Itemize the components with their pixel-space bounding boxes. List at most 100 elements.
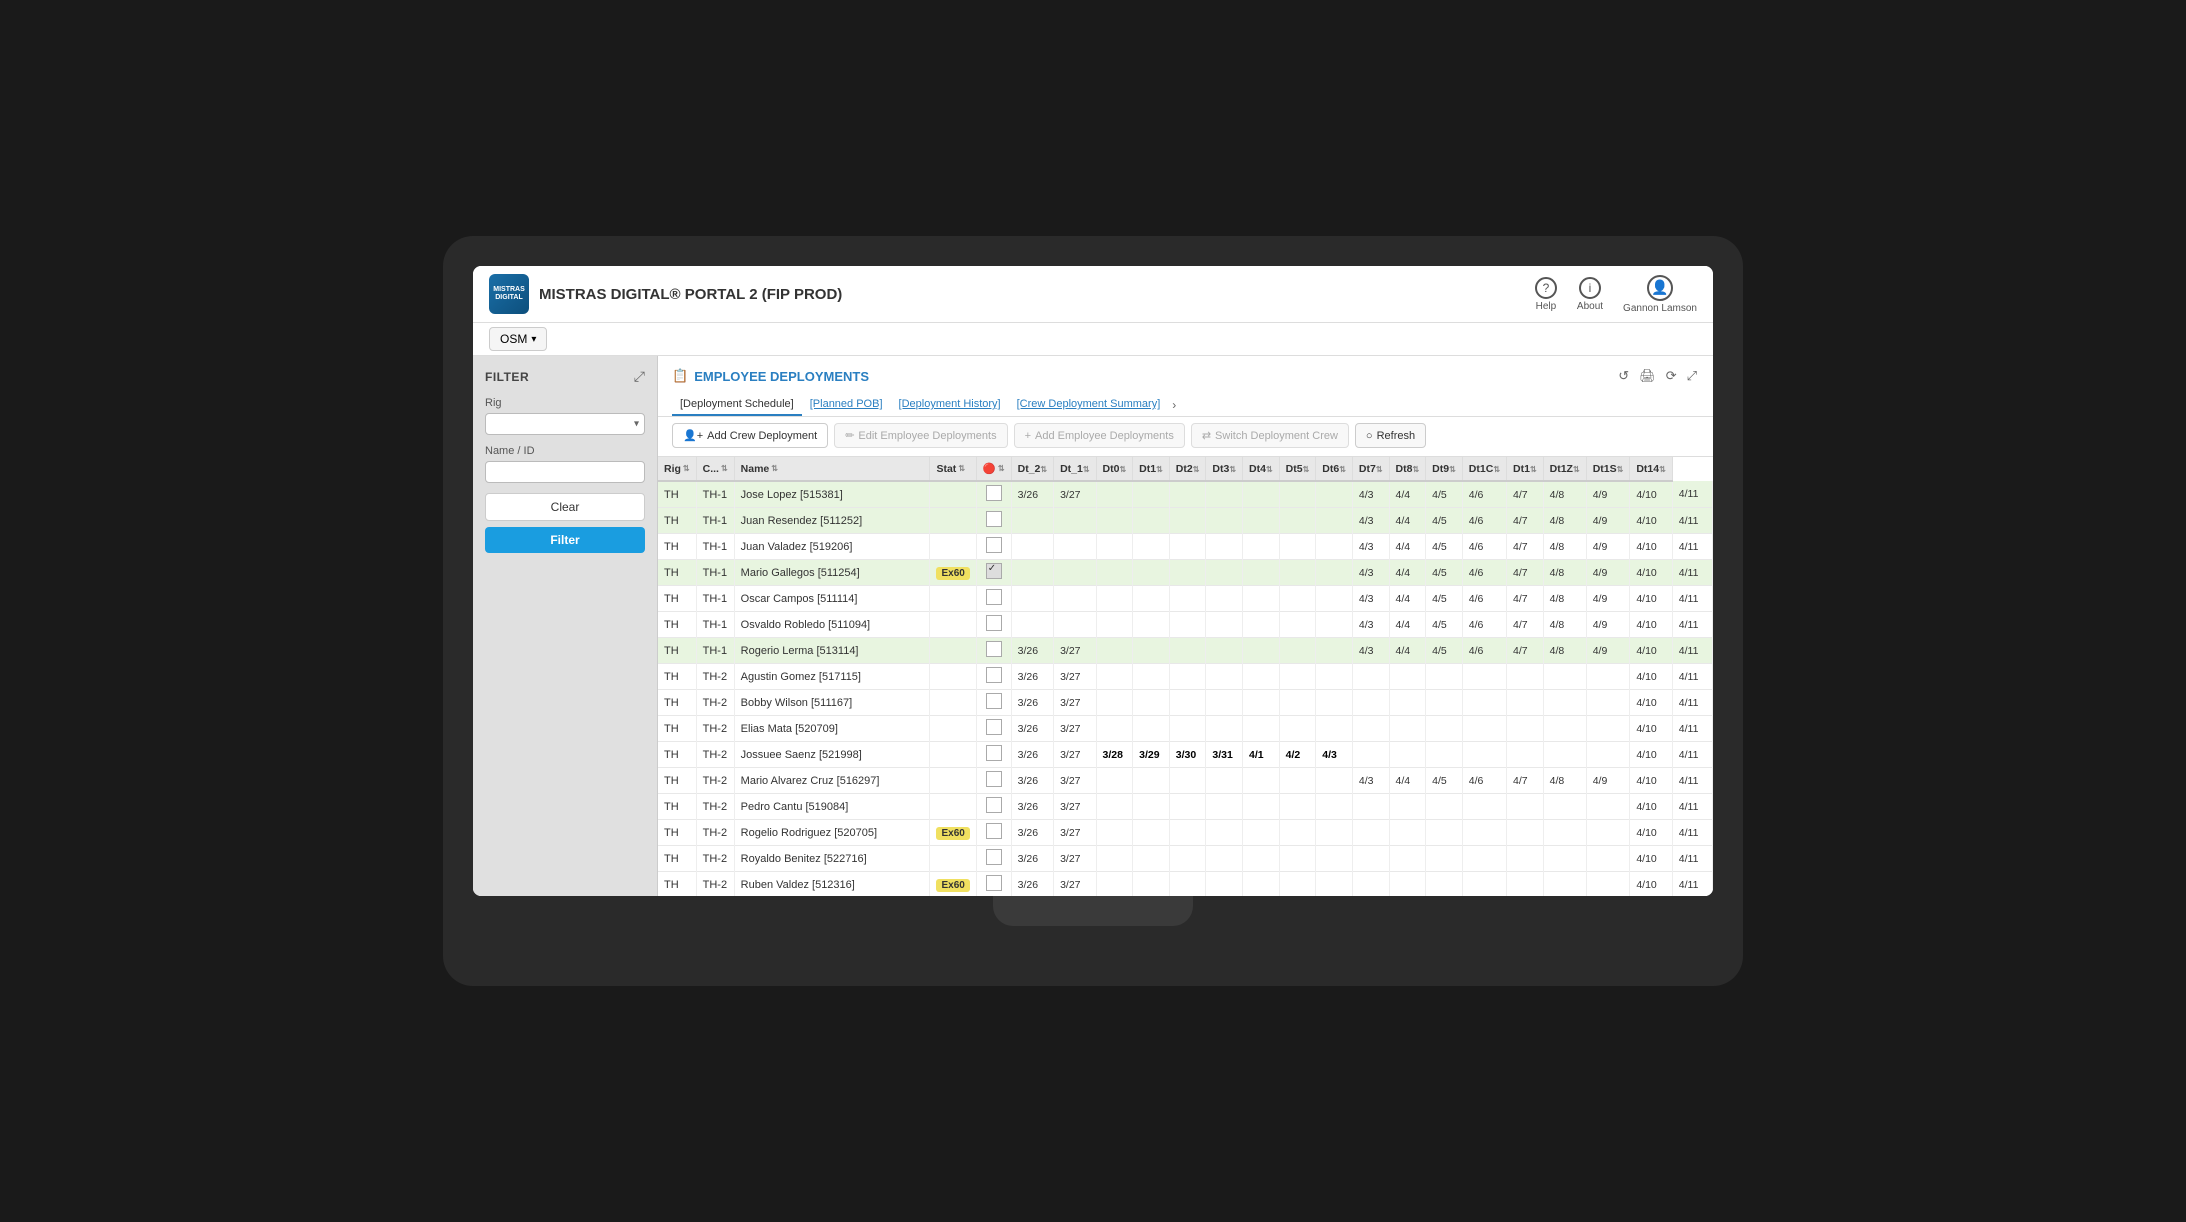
col-header-dt13[interactable]: Dt1S⇅ <box>1586 457 1630 481</box>
col-header-dt11[interactable]: Dt1⇅ <box>1507 457 1544 481</box>
tab-deployment-schedule[interactable]: [Deployment Schedule] <box>672 394 802 416</box>
refresh-button[interactable]: ○ Refresh <box>1355 423 1426 448</box>
date-cell <box>1243 638 1280 664</box>
col-header-name[interactable]: Name⇅ <box>734 457 930 481</box>
col-header-dt7[interactable]: Dt7⇅ <box>1352 457 1389 481</box>
col-header-dt9[interactable]: Dt9⇅ <box>1426 457 1463 481</box>
check-cell[interactable] <box>976 820 1011 846</box>
check-cell[interactable] <box>976 638 1011 664</box>
table-row[interactable]: TH TH-1 Rogerio Lerma [513114] 3/26 3/27… <box>658 638 1713 664</box>
check-cell[interactable] <box>976 872 1011 897</box>
check-cell[interactable] <box>976 794 1011 820</box>
table-row[interactable]: TH TH-2 Jossuee Saenz [521998] 3/26 3/27… <box>658 742 1713 768</box>
col-header-dt3[interactable]: Dt3⇅ <box>1206 457 1243 481</box>
col-header-dt5[interactable]: Dt5⇅ <box>1279 457 1316 481</box>
check-cell[interactable] <box>976 612 1011 638</box>
col-header-dt2a[interactable]: Dt2⇅ <box>1169 457 1206 481</box>
more-tabs-icon[interactable]: › <box>1168 394 1180 416</box>
tab-deployment-history[interactable]: [Deployment History] <box>891 394 1009 416</box>
rig-cell: TH <box>658 742 696 768</box>
expand-icon[interactable]: ⤢ <box>634 368 645 385</box>
expand-panel-btn[interactable]: ⤢ <box>1685 366 1699 386</box>
switch-deployment-crew-button[interactable]: ⇄ Switch Deployment Crew <box>1191 423 1349 448</box>
clear-button[interactable]: Clear <box>485 493 645 521</box>
tab-crew-deployment-summary[interactable]: [Crew Deployment Summary] <box>1009 394 1169 416</box>
date-cell: 4/3 <box>1352 612 1389 638</box>
date-cell: 3/27 <box>1054 820 1096 846</box>
col-header-dt6[interactable]: Dt6⇅ <box>1316 457 1353 481</box>
osm-tab[interactable]: OSM ▾ <box>489 327 547 351</box>
date-cell <box>1133 508 1170 534</box>
col-header-dt12[interactable]: Dt1Z⇅ <box>1543 457 1586 481</box>
tab-icon-group: ↺ 🖨 ⟳ ⤢ <box>1616 366 1699 386</box>
check-cell[interactable] <box>976 690 1011 716</box>
crew-cell: TH-2 <box>696 872 734 897</box>
table-row[interactable]: TH TH-2 Elias Mata [520709] 3/26 3/27 4/… <box>658 716 1713 742</box>
date-cell: 3/27 <box>1054 846 1096 872</box>
check-cell[interactable] <box>976 481 1011 508</box>
print-icon-btn[interactable]: 🖨 <box>1637 366 1658 386</box>
date-cell <box>1096 508 1133 534</box>
col-header-dt10[interactable]: Dt1C⇅ <box>1462 457 1506 481</box>
user-nav-item[interactable]: 👤 Gannon Lamson <box>1623 275 1697 314</box>
edit-employee-deployments-button[interactable]: ✏ Edit Employee Deployments <box>834 423 1007 448</box>
check-cell[interactable] <box>976 508 1011 534</box>
check-cell[interactable] <box>976 664 1011 690</box>
table-row[interactable]: TH TH-2 Bobby Wilson [511167] 3/26 3/27 … <box>658 690 1713 716</box>
reload-icon-btn[interactable]: ⟳ <box>1664 366 1679 386</box>
date-cell <box>1586 872 1630 897</box>
rig-select[interactable] <box>485 413 645 435</box>
table-row[interactable]: TH TH-2 Ruben Valdez [512316] Ex60 3/26 … <box>658 872 1713 897</box>
table-row[interactable]: TH TH-2 Mario Alvarez Cruz [516297] 3/26… <box>658 768 1713 794</box>
table-row[interactable]: TH TH-1 Juan Valadez [519206] 4/3 4/4 4/… <box>658 534 1713 560</box>
date-cell <box>1133 846 1170 872</box>
name-cell: Rogelio Rodriguez [520705] <box>734 820 930 846</box>
col-header-dt1[interactable]: Dt_1⇅ <box>1054 457 1096 481</box>
col-header-dt1a[interactable]: Dt1⇅ <box>1133 457 1170 481</box>
check-cell[interactable] <box>976 768 1011 794</box>
date-cell: 4/3 <box>1352 638 1389 664</box>
table-row[interactable]: TH TH-1 Juan Resendez [511252] 4/3 4/4 4… <box>658 508 1713 534</box>
table-row[interactable]: TH TH-2 Pedro Cantu [519084] 3/26 3/27 4… <box>658 794 1713 820</box>
table-row[interactable]: TH TH-1 Jose Lopez [515381] 3/26 3/27 4/… <box>658 481 1713 508</box>
col-header-crew[interactable]: C...⇅ <box>696 457 734 481</box>
table-row[interactable]: TH TH-2 Rogelio Rodriguez [520705] Ex60 … <box>658 820 1713 846</box>
add-employee-deployments-button[interactable]: + Add Employee Deployments <box>1014 423 1185 448</box>
date-cell: 4/10 <box>1630 820 1672 846</box>
date-cell <box>1011 560 1053 586</box>
refresh-icon-btn[interactable]: ↺ <box>1616 366 1631 386</box>
date-cell <box>1586 664 1630 690</box>
check-cell[interactable] <box>976 586 1011 612</box>
table-row[interactable]: TH TH-2 Royaldo Benitez [522716] 3/26 3/… <box>658 846 1713 872</box>
add-crew-deployment-button[interactable]: 👤+ Add Crew Deployment <box>672 423 828 448</box>
check-cell[interactable] <box>976 534 1011 560</box>
about-nav-item[interactable]: i About <box>1577 277 1603 312</box>
check-cell[interactable] <box>976 560 1011 586</box>
col-header-dt2[interactable]: Dt_2⇅ <box>1011 457 1053 481</box>
table-row[interactable]: TH TH-1 Mario Gallegos [511254] Ex60 4/3… <box>658 560 1713 586</box>
date-cell: 3/27 <box>1054 872 1096 897</box>
table-row[interactable]: TH TH-1 Oscar Campos [511114] 4/3 4/4 4/… <box>658 586 1713 612</box>
date-cell: 4/4 <box>1389 560 1426 586</box>
col-header-dt0[interactable]: Dt0⇅ <box>1096 457 1133 481</box>
table-row[interactable]: TH TH-2 Agustin Gomez [517115] 3/26 3/27… <box>658 664 1713 690</box>
date-cell <box>1169 664 1206 690</box>
name-id-input[interactable] <box>485 461 645 483</box>
date-cell <box>1243 534 1280 560</box>
date-cell <box>1389 872 1426 897</box>
help-nav-item[interactable]: ? Help <box>1535 277 1557 312</box>
table-row[interactable]: TH TH-1 Osvaldo Robledo [511094] 4/3 4/4… <box>658 612 1713 638</box>
col-header-dt8[interactable]: Dt8⇅ <box>1389 457 1426 481</box>
check-cell[interactable] <box>976 716 1011 742</box>
col-header-dt4[interactable]: Dt4⇅ <box>1243 457 1280 481</box>
tab-planned-pob[interactable]: [Planned POB] <box>802 394 891 416</box>
col-header-stat[interactable]: Stat⇅ <box>930 457 976 481</box>
filter-button[interactable]: Filter <box>485 527 645 553</box>
col-header-dt14[interactable]: Dt14⇅ <box>1630 457 1672 481</box>
name-cell: Elias Mata [520709] <box>734 716 930 742</box>
check-cell[interactable] <box>976 846 1011 872</box>
col-header-rig[interactable]: Rig⇅ <box>658 457 696 481</box>
table-container[interactable]: Rig⇅ C...⇅ Name⇅ Stat⇅ 🔴⇅ Dt_2⇅ Dt_1⇅ Dt… <box>658 457 1713 896</box>
col-header-check[interactable]: 🔴⇅ <box>976 457 1011 481</box>
check-cell[interactable] <box>976 742 1011 768</box>
